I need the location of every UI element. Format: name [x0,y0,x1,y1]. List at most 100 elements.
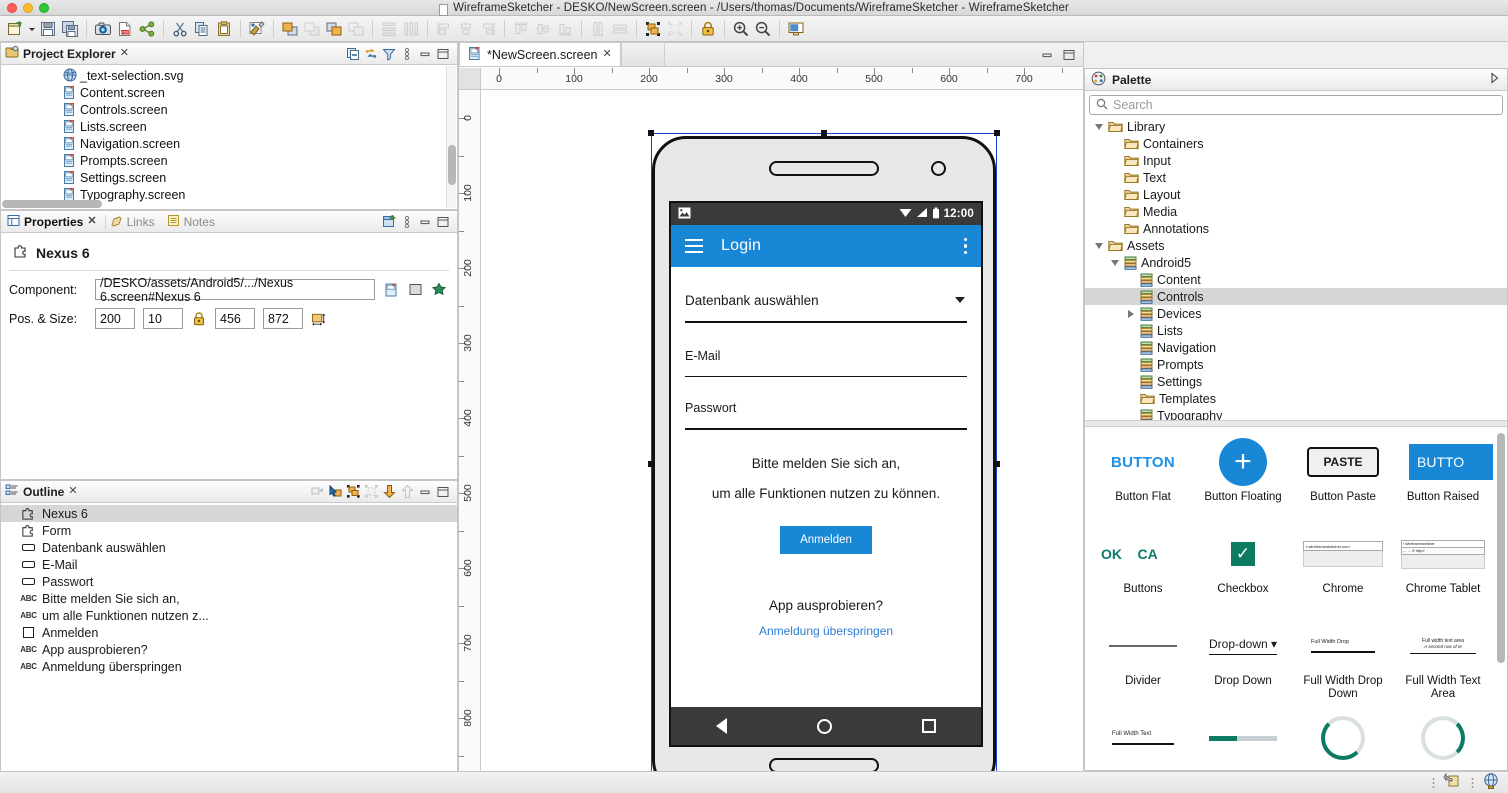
maximize-window-button[interactable] [39,3,49,13]
palette-tree-item[interactable]: Android5 [1085,254,1507,271]
copy-button[interactable] [191,18,213,40]
minimize-icon[interactable] [417,46,433,62]
palette-tree-item[interactable]: Media [1085,203,1507,220]
minimize-icon[interactable] [1039,47,1055,63]
align-left-button[interactable] [433,18,455,40]
kebab-icon[interactable] [963,237,967,255]
palette-item[interactable]: + Button Floating [1193,433,1293,525]
palette-tree-item[interactable]: Lists [1085,322,1507,339]
send-to-back-button[interactable] [323,18,345,40]
hamburger-icon[interactable] [685,239,703,253]
share-button[interactable] [136,18,158,40]
bring-forward-button[interactable] [301,18,323,40]
y-field[interactable]: 10 [143,308,183,329]
select-component-icon[interactable] [407,282,423,298]
palette-item[interactable]: ▪ wireframesketcher.com Chrome [1293,525,1393,617]
align-bottom-button[interactable] [554,18,576,40]
palette-item[interactable] [1193,709,1293,767]
outline-item[interactable]: Datenbank auswählen [1,539,457,556]
tab-links[interactable]: Links [106,211,163,233]
outline-item[interactable]: Nexus 6 [1,505,457,522]
palette-tree-item[interactable]: Containers [1085,135,1507,152]
palette-item[interactable]: Full width text area A second row of te Fu… [1393,617,1493,709]
match-height-button[interactable] [609,18,631,40]
chevron-right-icon[interactable] [1487,71,1501,88]
export-image-button[interactable] [92,18,114,40]
project-explorer-item[interactable]: Content.screen [1,84,457,101]
view-menu-icon[interactable] [399,46,415,62]
close-icon[interactable]: ✕ [120,48,129,59]
outline-tree[interactable]: Nexus 6 Form Datenbank auswählen E-Mail Pass… [1,503,457,675]
palette-scrollbar[interactable] [1497,433,1505,663]
send-backward-button[interactable] [345,18,367,40]
maximize-icon[interactable] [1061,47,1077,63]
palette-item[interactable]: BUTTO Button Raised [1393,433,1493,525]
outline-item[interactable]: ABC um alle Funktionen nutzen z... [1,607,457,624]
email-field[interactable]: E-Mail [685,323,967,378]
outline-item[interactable]: ABC Bitte melden Sie sich an, [1,590,457,607]
palette-item[interactable] [1393,709,1493,767]
login-button[interactable]: Anmelden [780,525,872,554]
minimize-icon[interactable] [417,214,433,230]
filter-icon[interactable] [381,46,397,62]
palette-tree-item[interactable]: Devices [1085,305,1507,322]
align-middle-button[interactable] [532,18,554,40]
select-icon[interactable] [327,484,343,500]
outline-item[interactable]: E-Mail [1,556,457,573]
group-button[interactable] [642,18,664,40]
collapse-all-icon[interactable] [345,46,361,62]
resize-handle-ne[interactable] [994,130,1000,136]
chevron-right-icon[interactable] [1125,308,1136,319]
outline-item[interactable]: Anmelden [1,624,457,641]
new-dropdown-arrow[interactable] [26,18,37,40]
plugin-icon[interactable] [431,281,447,298]
chevron-down-icon[interactable] [1109,257,1120,268]
palette-tree-item[interactable]: Library [1085,118,1507,135]
home-circle-icon[interactable] [817,718,832,734]
palette-tree-item[interactable]: Content [1085,271,1507,288]
palette-item[interactable]: Full Width TextFull Width Text [1093,709,1193,767]
move-down-icon[interactable] [381,484,397,500]
maximize-icon[interactable] [435,46,451,62]
export-pdf-button[interactable]: PDF [114,18,136,40]
search-input[interactable]: Search [1089,95,1503,115]
palette-item[interactable]: ▪ Wireframesketcher ← → ⟳ http://Chrome T… [1393,525,1493,617]
project-explorer-item[interactable]: Settings.screen [1,169,457,186]
back-triangle-icon[interactable] [716,718,727,734]
maximize-icon[interactable] [435,484,451,500]
android-nav-bar[interactable] [671,707,981,745]
outline-item[interactable]: ABC Anmeldung überspringen [1,658,457,675]
project-explorer-toolbar[interactable] [345,46,453,62]
database-dropdown[interactable]: Datenbank auswählen [685,267,967,323]
password-field[interactable]: Passwort [685,377,967,430]
palette-tree-item[interactable]: Navigation [1085,339,1507,356]
height-field[interactable]: 872 [263,308,303,329]
aspect-lock-icon[interactable] [191,311,207,327]
chevron-down-icon[interactable] [1093,240,1104,251]
project-explorer-item[interactable]: _text-selection.svg [1,67,457,84]
minimize-window-button[interactable] [23,3,33,13]
palette-tree-item[interactable]: Prompts [1085,356,1507,373]
component-field[interactable]: /DESKO/assets/Android5/.../Nexus 6.scree… [95,276,375,304]
ungroup-icon[interactable] [363,484,379,500]
recents-square-icon[interactable] [922,719,936,733]
chevron-down-icon[interactable] [1093,121,1104,132]
writable-icon[interactable] [1443,772,1463,792]
paste-button[interactable] [213,18,235,40]
palette-item[interactable]: OK CA Buttons [1093,525,1193,617]
palette-item[interactable] [1293,709,1393,767]
palette-tree-item[interactable]: Assets [1085,237,1507,254]
align-right-button[interactable] [477,18,499,40]
palette-tree-item[interactable]: Controls [1085,288,1507,305]
project-explorer-tree[interactable]: _text-selection.svg Content.screen Control… [1,65,457,205]
align-top-button[interactable] [510,18,532,40]
palette-item[interactable]: BUTTON Button Flat [1093,433,1193,525]
palette-item[interactable]: PASTE Button Paste [1293,433,1393,525]
save-button[interactable] [37,18,59,40]
skip-login-link[interactable]: Anmeldung überspringen [685,624,967,638]
phone-screen[interactable]: 12:00 Login Datenbank auswählen E-Mail P… [669,201,983,747]
outline-item[interactable]: Form [1,522,457,539]
maximize-icon[interactable] [435,214,451,230]
tab-properties[interactable]: Properties ✕ [3,211,105,233]
palette-splitter[interactable] [1085,420,1507,427]
